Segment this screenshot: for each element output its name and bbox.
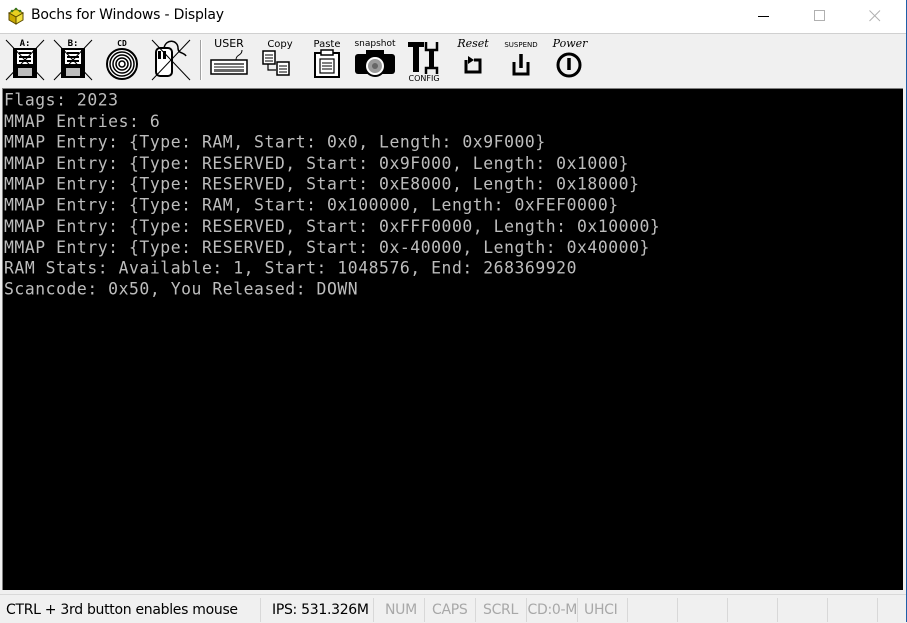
power-button[interactable]: Power — [548, 36, 592, 84]
status-caps-lock: CAPS — [426, 598, 476, 622]
console-line: RAM Stats: Available: 1, Start: 1048576,… — [4, 258, 577, 278]
reset-label: Reset — [456, 37, 489, 50]
status-slot — [728, 598, 778, 622]
close-button[interactable] — [852, 0, 898, 32]
toolbar: A: B: CD USER Copy Paste snapshot CONFIG… — [0, 34, 906, 86]
cdrom-button[interactable]: CD — [102, 36, 142, 84]
toolbar-separator — [200, 40, 202, 80]
camera-icon: snapshot — [354, 39, 396, 77]
floppy-b-label: B: — [68, 39, 79, 49]
bochs-app-icon — [7, 7, 25, 25]
floppy-disk-icon: A: — [5, 39, 45, 81]
cdrom-label: CD — [117, 39, 127, 48]
floppy-b-button[interactable]: B: — [52, 36, 94, 84]
config-button[interactable]: CONFIG — [404, 36, 444, 84]
floppy-disk-icon: B: — [53, 39, 93, 81]
console-line: MMAP Entry: {Type: RAM, Start: 0x0, Leng… — [4, 132, 546, 152]
minimize-button[interactable] — [741, 0, 787, 32]
window-title: Bochs for Windows - Display — [31, 7, 224, 23]
user-button[interactable]: USER — [208, 36, 250, 84]
title-bar[interactable]: Bochs for Windows - Display — [0, 0, 906, 34]
power-icon: Power — [552, 37, 589, 78]
suspend-button[interactable]: SUSPEND — [500, 36, 542, 84]
console-line: MMAP Entry: {Type: RESERVED, Start: 0xFF… — [4, 216, 661, 236]
status-bar: CTRL + 3rd button enables mouse IPS: 531… — [0, 594, 906, 623]
console-line: MMAP Entry: {Type: RESERVED, Start: 0x9F… — [4, 153, 630, 173]
console-output: Flags: 2023 MMAP Entries: 6 MMAP Entry: … — [4, 90, 660, 300]
reset-button[interactable]: Reset — [452, 36, 494, 84]
status-slot — [778, 598, 828, 622]
emulator-display[interactable]: Flags: 2023 MMAP Entries: 6 MMAP Entry: … — [2, 88, 903, 590]
status-ips: IPS: 531.326M — [266, 598, 374, 622]
status-cd-text: CD:0-M — [528, 602, 577, 618]
snapshot-button[interactable]: snapshot — [352, 36, 398, 84]
console-line: Scancode: 0x50, You Released: DOWN — [4, 279, 359, 299]
status-slot — [628, 598, 678, 622]
status-uhci: UHCI — [578, 598, 628, 622]
maximize-button[interactable] — [797, 0, 843, 32]
floppy-a-button[interactable]: A: — [4, 36, 46, 84]
status-slot — [878, 598, 906, 622]
suspend-label: SUSPEND — [504, 41, 537, 49]
status-scroll-lock: SCRL — [477, 598, 527, 622]
status-num-lock: NUM — [379, 598, 425, 622]
status-cd: CD:0-M — [528, 598, 578, 622]
bochs-window: Bochs for Windows - Display A: B: CD USE… — [0, 0, 907, 623]
suspend-icon: SUSPEND — [504, 41, 538, 76]
status-slot — [828, 598, 878, 622]
copy-button[interactable]: Copy — [258, 36, 296, 84]
config-icon: CONFIG — [408, 42, 440, 82]
console-line: MMAP Entry: {Type: RESERVED, Start: 0xE8… — [4, 174, 640, 194]
status-mouse-hint: CTRL + 3rd button enables mouse — [0, 598, 261, 622]
copy-icon: Copy — [262, 39, 293, 76]
close-icon — [869, 10, 881, 22]
keyboard-icon: USER — [210, 37, 248, 75]
snapshot-label: snapshot — [354, 39, 396, 49]
console-line: Flags: 2023 — [4, 90, 119, 110]
status-slot — [678, 598, 728, 622]
minimize-icon — [758, 16, 769, 17]
user-label: USER — [214, 37, 244, 50]
reset-icon: Reset — [456, 37, 489, 74]
mouse-button[interactable] — [148, 36, 192, 84]
config-label: CONFIG — [408, 74, 439, 82]
power-label: Power — [552, 37, 589, 50]
console-line: MMAP Entries: 6 — [4, 111, 161, 131]
paste-icon: Paste — [314, 39, 341, 78]
console-line: MMAP Entry: {Type: RAM, Start: 0x100000,… — [4, 195, 619, 215]
copy-label: Copy — [267, 39, 292, 50]
mouse-icon — [151, 39, 191, 81]
paste-button[interactable]: Paste — [308, 36, 346, 84]
paste-label: Paste — [314, 39, 341, 50]
cd-icon: CD — [106, 39, 138, 80]
console-line: MMAP Entry: {Type: RESERVED, Start: 0x-4… — [4, 237, 650, 257]
floppy-a-label: A: — [20, 39, 31, 49]
maximize-icon — [814, 10, 825, 21]
